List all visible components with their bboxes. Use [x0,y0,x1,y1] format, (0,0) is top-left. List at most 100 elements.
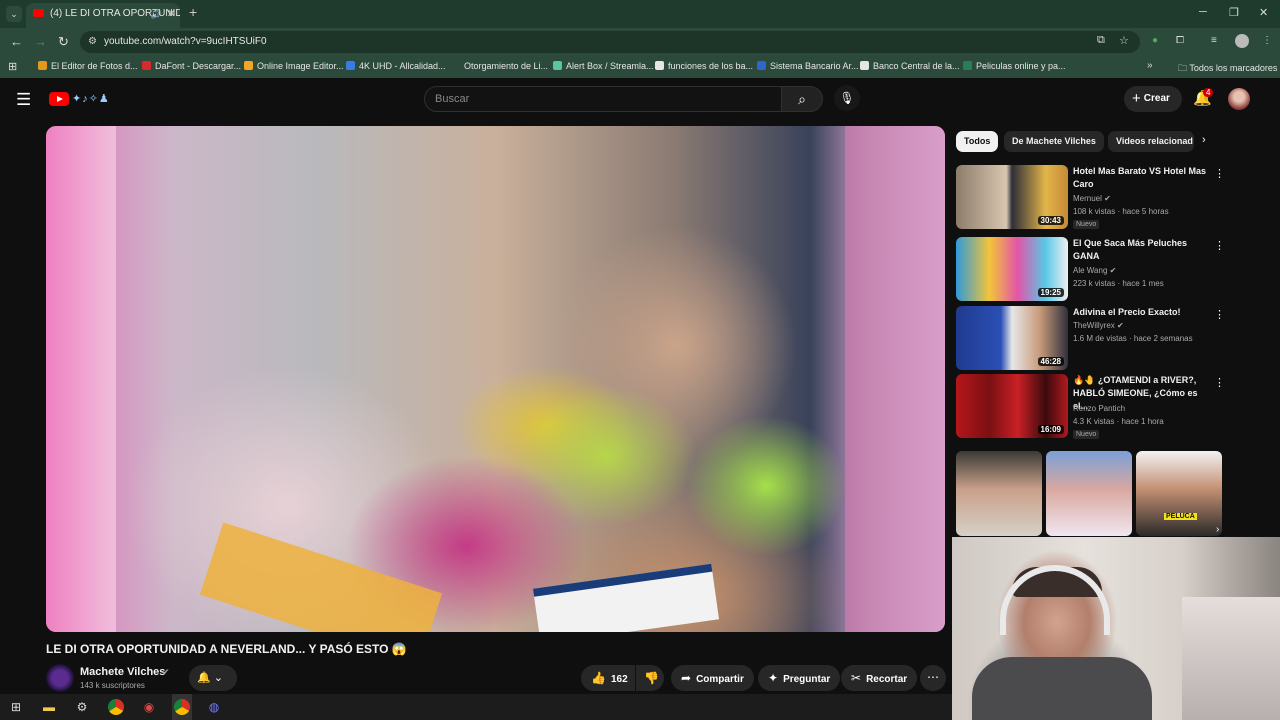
recommendation-meta: 4.3 K vistas · hace 1 hora [1073,417,1164,426]
search-input[interactable]: Buscar [424,86,782,112]
bookmark-star-icon[interactable]: ☆ [1119,34,1129,47]
bookmark-item[interactable]: El Editor de Fotos d... [38,61,138,71]
recommendation-title[interactable]: El Que Saca Más Peluches GANA [1073,237,1211,263]
audio-playing-icon[interactable]: 🔊 [151,3,162,25]
like-button[interactable]: 👍 162 [581,665,635,691]
shorts-shelf: PELUCA [956,451,1226,536]
bookmark-favicon-icon [244,61,253,70]
chrome-icon[interactable] [108,699,124,715]
discord-icon[interactable]: ◍ [206,699,222,715]
more-vertical-icon[interactable]: ⋮ [1214,376,1225,389]
clip-button[interactable]: ✂ Recortar [841,665,918,691]
bookmark-item[interactable]: funciones de los ba... [655,61,753,71]
dislike-button[interactable]: 👎 [636,665,664,691]
hamburger-menu-icon[interactable]: ☰ [16,90,31,110]
ask-button[interactable]: ✦ Preguntar [758,665,841,691]
youtube-favicon-icon [33,9,44,17]
recommendation-channel[interactable]: Mernuel ✔ [1073,194,1111,203]
profile-avatar[interactable] [1235,34,1249,48]
create-label: Crear [1143,93,1170,104]
url-text[interactable]: youtube.com/watch?v=9ucIHTSUiF0 [104,36,267,47]
chrome-profile-icon[interactable] [174,699,190,715]
recommendation-channel[interactable]: Ale Wang ✔ [1073,266,1116,275]
video-player[interactable] [46,126,945,632]
browser-toolbar: ← → ↻ ⚙ youtube.com/watch?v=9ucIHTSUiF0 … [0,28,1280,56]
start-menu-icon[interactable]: ⊞ [8,699,24,715]
video-thumbnail[interactable]: 16:09 [956,374,1068,438]
chevron-right-icon[interactable]: › [1202,134,1206,146]
tab-search-button[interactable]: ⌄ [6,6,22,22]
recommendation-title[interactable]: Hotel Mas Barato VS Hotel Mas Caro [1073,165,1211,191]
video-thumbnail[interactable]: 30:43 [956,165,1068,229]
minimize-icon[interactable]: ─ [1199,6,1207,18]
site-info-icon[interactable]: ⚙ [88,36,97,47]
more-bookmarks-icon[interactable]: » [1147,60,1153,71]
video-thumbnail[interactable]: 46:28 [956,306,1068,370]
chevron-down-icon: ⌄ [213,672,223,684]
youtube-masthead: ☰ ✦♪✧♟ Buscar ⌕ 🎙 + Crear 🔔 4 [0,80,1280,120]
more-vertical-icon[interactable]: ⋮ [1214,239,1225,252]
bookmark-item[interactable]: Online Image Editor... [244,61,344,71]
account-avatar[interactable] [1228,88,1250,110]
browser-tab-youtube[interactable]: (4) LE DI OTRA OPORTUNID 🔊 ✕ [26,3,180,28]
bookmark-item[interactable]: Sistema Bancario Ar... [757,61,859,71]
obs-icon[interactable]: ◉ [141,699,157,715]
back-icon[interactable]: ← [10,34,23,49]
channel-name[interactable]: Machete Vilches [80,666,165,678]
all-bookmarks-folder[interactable]: 🗀 Todos los marcadores [1178,61,1277,77]
extensions-puzzle-icon[interactable]: ⧠ [1176,35,1184,46]
short-thumbnail[interactable]: PELUCA [1136,451,1222,536]
recommendation-title[interactable]: Adivina el Precio Exacto! [1073,306,1211,319]
chip-all[interactable]: Todos [956,131,999,152]
recommendation-item[interactable]: 16:09 🔥🤚 ¿OTAMENDI a RIVER?, HABLÓ SIMEO… [956,374,1226,439]
forward-icon[interactable]: → [34,34,47,49]
create-button[interactable]: + Crear [1124,86,1182,112]
extension-icon[interactable]: ● [1152,35,1158,46]
recommendation-channel[interactable]: Renzo Pantich [1073,404,1125,413]
short-thumbnail[interactable] [1046,451,1132,536]
chevron-right-icon[interactable]: › [1216,524,1219,535]
recommendation-item[interactable]: 19:25 El Que Saca Más Peluches GANA Ale … [956,237,1226,301]
share-button[interactable]: ➦ Compartir [671,665,754,691]
video-thumbnail[interactable]: 19:25 [956,237,1068,301]
apps-grid-icon[interactable]: ⊞ [8,60,17,73]
recommendation-channel[interactable]: TheWillyrex ✔ [1073,321,1124,330]
chrome-menu-icon[interactable]: ⋮ [1262,35,1272,46]
close-tab-icon[interactable]: ✕ [167,3,176,25]
more-vertical-icon[interactable]: ⋮ [1214,167,1225,180]
bookmark-item[interactable]: Otorgamiento de Li... [451,61,548,71]
short-thumbnail[interactable] [956,451,1042,536]
more-horizontal-icon: ⋯ [927,670,939,684]
youtube-logo-icon[interactable] [49,92,69,106]
chip-related[interactable]: Videos relacionad [1108,131,1194,152]
install-app-icon[interactable]: ⧉ [1097,34,1105,47]
bookmark-item[interactable]: DaFont - Descargar... [142,61,241,71]
bookmark-item[interactable]: Peliculas online y pa... [963,61,1066,71]
bookmark-item[interactable]: Alert Box / Streamla... [553,61,654,71]
search-button[interactable]: ⌕ [781,86,823,112]
settings-gear-icon[interactable]: ⚙ [74,699,90,715]
file-explorer-icon[interactable]: ▬ [41,699,57,715]
webcam-overlay [952,537,1280,720]
subscription-bell-button[interactable]: 🔔 ⌄ [189,665,237,691]
chip-from-channel[interactable]: De Machete Vilches [1004,131,1104,152]
media-controls-icon[interactable]: ≡ [1211,35,1217,46]
clip-label: Recortar [866,674,908,685]
maximize-icon[interactable]: ❐ [1229,6,1239,19]
channel-avatar[interactable] [46,664,74,692]
new-tab-icon[interactable]: + [189,4,197,20]
new-badge: Nuevo [1073,430,1100,439]
video-title: LE DI OTRA OPORTUNIDAD A NEVERLAND... Y … [46,642,407,656]
thumbs-down-icon: 👎 [644,671,659,685]
more-vertical-icon[interactable]: ⋮ [1214,308,1225,321]
recommendation-item[interactable]: 46:28 Adivina el Precio Exacto! TheWilly… [956,306,1226,370]
address-bar[interactable]: ⚙ youtube.com/watch?v=9ucIHTSUiF0 [80,31,1140,53]
close-window-icon[interactable]: ✕ [1259,6,1268,19]
youtube-doodle-icon[interactable]: ✦♪✧♟ [72,92,110,105]
bookmark-item[interactable]: 4K UHD - Allcalidad... [346,61,446,71]
voice-search-button[interactable]: 🎙 [834,85,860,111]
reload-icon[interactable]: ↻ [58,34,69,50]
more-actions-button[interactable]: ⋯ [920,665,946,691]
bookmark-item[interactable]: Banco Central de la... [860,61,960,71]
recommendation-item[interactable]: 30:43 Hotel Mas Barato VS Hotel Mas Caro… [956,165,1226,229]
